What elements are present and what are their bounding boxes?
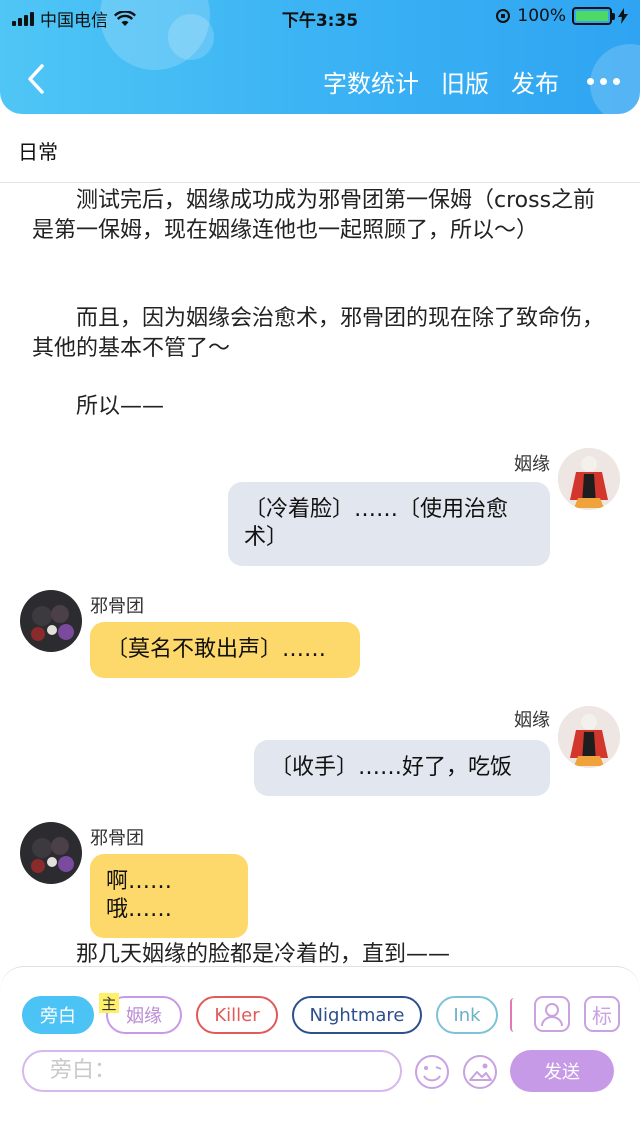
charging-icon bbox=[618, 8, 628, 24]
more-icon[interactable] bbox=[581, 78, 620, 85]
message-bubble: 啊……哦…… bbox=[90, 854, 248, 938]
back-arrow-icon[interactable] bbox=[20, 62, 54, 96]
divider bbox=[0, 182, 640, 183]
narration-paragraph: 测试完后，姻缘成功成为邪骨团第一保姆（cross之前是第一保姆，现在姻缘连他也一… bbox=[32, 188, 596, 243]
message-bubble: 〔冷着脸〕……〔使用治愈术〕 bbox=[228, 482, 550, 566]
character-select-icon[interactable] bbox=[534, 996, 570, 1032]
avatar[interactable] bbox=[20, 822, 82, 884]
publish-button[interactable]: 发布 bbox=[511, 64, 559, 99]
role-tag-partial[interactable] bbox=[510, 998, 514, 1032]
role-tag-killer[interactable]: Killer bbox=[196, 996, 278, 1034]
avatar[interactable] bbox=[558, 448, 620, 510]
battery-percent: 100% bbox=[517, 6, 566, 26]
header: 中国电信 下午3:35 100% 字数统计 旧版 发布 bbox=[0, 0, 640, 114]
speaker-name: 邪骨团 bbox=[90, 828, 144, 849]
emoji-icon[interactable] bbox=[414, 1054, 450, 1090]
app-screen: 中国电信 下午3:35 100% 字数统计 旧版 发布 日常 测试完后，姻缘成功… bbox=[0, 0, 640, 1138]
character-avatar-icon bbox=[558, 448, 620, 510]
word-count-button[interactable]: 字数统计 bbox=[323, 64, 419, 99]
category-label[interactable]: 日常 bbox=[18, 136, 58, 165]
role-tag-narrator[interactable]: 旁白 bbox=[22, 996, 94, 1034]
battery-icon bbox=[572, 7, 615, 25]
character-avatar-icon bbox=[558, 706, 620, 768]
role-tag-ink[interactable]: Ink bbox=[436, 996, 498, 1034]
status-bar: 中国电信 下午3:35 100% bbox=[0, 0, 640, 34]
old-version-button[interactable]: 旧版 bbox=[441, 64, 489, 99]
label-icon[interactable]: 标 bbox=[584, 996, 620, 1032]
avatar[interactable] bbox=[558, 706, 620, 768]
speaker-name: 姻缘 bbox=[514, 454, 550, 475]
main-role-mark: 主 bbox=[99, 993, 119, 1013]
orientation-lock-icon bbox=[496, 9, 511, 23]
speaker-name: 邪骨团 bbox=[90, 596, 144, 617]
message-bubble: 〔莫名不敢出声〕…… bbox=[90, 622, 360, 678]
role-tag-nightmare[interactable]: Nightmare bbox=[292, 996, 422, 1034]
bottom-safe-area bbox=[0, 1096, 640, 1138]
narration-paragraph: 而且，因为姻缘会治愈术，邪骨团的现在除了致命伤，其他的基本不管了～ bbox=[32, 306, 605, 361]
message-input[interactable]: 旁白： bbox=[22, 1050, 402, 1092]
character-avatar-icon bbox=[20, 590, 82, 652]
message-bubble: 〔收手〕……好了，吃饭 bbox=[254, 740, 550, 796]
avatar[interactable] bbox=[20, 590, 82, 652]
narration-paragraph: 所以—— bbox=[76, 394, 165, 419]
navigation-bar: 字数统计 旧版 发布 bbox=[0, 50, 640, 110]
speaker-name: 姻缘 bbox=[514, 710, 550, 731]
send-button[interactable]: 发送 bbox=[510, 1050, 614, 1092]
character-avatar-icon bbox=[20, 822, 82, 884]
image-icon[interactable] bbox=[462, 1054, 498, 1090]
